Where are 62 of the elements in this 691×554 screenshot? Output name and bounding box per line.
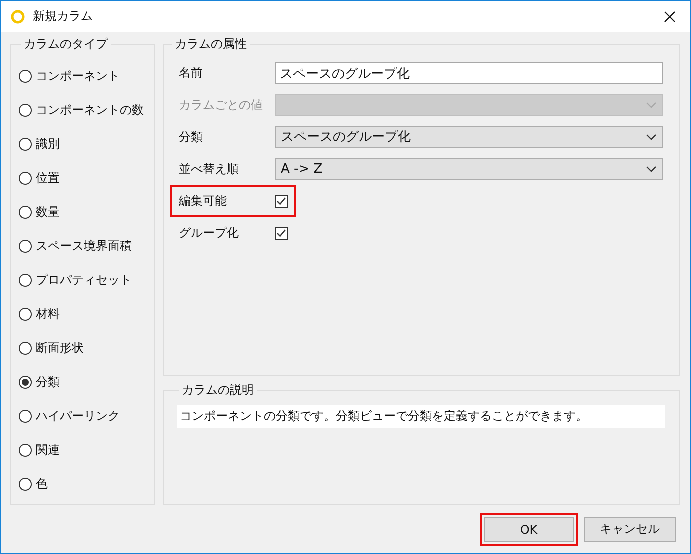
radio-option[interactable]: 分類: [19, 365, 154, 399]
radio-label: コンポーネントの数: [36, 102, 144, 118]
checkbox[interactable]: [275, 226, 288, 240]
radio-option[interactable]: 断面形状: [19, 331, 154, 365]
radio-button[interactable]: [19, 376, 32, 388]
radio-option[interactable]: プロパティセット: [19, 263, 154, 297]
radio-button[interactable]: [19, 274, 32, 286]
radio-button[interactable]: [19, 138, 32, 150]
checkbox[interactable]: [275, 194, 288, 208]
radio-option[interactable]: 材料: [19, 297, 154, 331]
chevron-down-icon: [646, 166, 657, 172]
chevron-down-icon: [646, 134, 657, 140]
name-field[interactable]: スペースのグループ化: [275, 62, 663, 84]
chevron-down-icon: [646, 102, 657, 108]
field-label: 名前: [179, 64, 204, 82]
field-label: グループ化: [179, 224, 240, 242]
field-label: 編集可能: [179, 192, 228, 210]
radio-button[interactable]: [19, 240, 32, 252]
radio-label: ハイパーリンク: [36, 408, 120, 424]
radio-label: 識別: [36, 136, 60, 152]
dropdown[interactable]: スペースのグループ化: [275, 126, 663, 148]
radio-label: 数量: [36, 204, 60, 220]
close-icon[interactable]: [664, 10, 676, 22]
radio-label: コンポーネント: [36, 68, 120, 84]
radio-option[interactable]: ハイパーリンク: [19, 399, 154, 433]
radio-label: 関連: [36, 442, 60, 458]
radio-option[interactable]: スペース境界面積: [19, 229, 154, 263]
radio-label: プロパティセット: [36, 272, 132, 288]
radio-button[interactable]: [19, 70, 32, 82]
radio-label: スペース境界面積: [36, 238, 132, 254]
ring-icon: [11, 10, 25, 24]
radio-option[interactable]: コンポーネント: [19, 59, 154, 93]
radio-option[interactable]: コンポーネントの数: [19, 93, 154, 127]
radio-label: 位置: [36, 170, 60, 186]
dialog-button[interactable]: キャンセル: [584, 517, 676, 542]
radio-button[interactable]: [19, 206, 32, 218]
group-title: カラムの説明: [181, 382, 255, 399]
radio-button[interactable]: [19, 104, 32, 116]
radio-label: 材料: [36, 306, 60, 322]
field-label: 並べ替え順: [179, 160, 240, 178]
radio-label: 断面形状: [36, 340, 84, 356]
radio-option[interactable]: 関連: [19, 433, 154, 467]
window-title: 新規カラム: [33, 8, 93, 25]
radio-button[interactable]: [19, 308, 32, 320]
group-title: カラムのタイプ: [23, 36, 110, 53]
radio-button[interactable]: [19, 342, 32, 354]
radio-option[interactable]: 識別: [19, 127, 154, 161]
radio-button[interactable]: [19, 444, 32, 456]
group-title: カラムの属性: [174, 36, 248, 53]
radio-button[interactable]: [19, 410, 32, 422]
field-label: カラムごとの値: [179, 96, 264, 114]
radio-option[interactable]: 数量: [19, 195, 154, 229]
field-label: 分類: [179, 128, 204, 146]
description-text: コンポーネントの分類です。分類ビューで分類を定義することができます。: [177, 405, 665, 428]
radio-option[interactable]: 色: [19, 467, 154, 501]
dialog-button[interactable]: OK: [484, 517, 574, 542]
dropdown[interactable]: A -> Z: [275, 158, 663, 180]
radio-label: 分類: [36, 374, 60, 390]
radio-button[interactable]: [19, 172, 32, 184]
radio-option[interactable]: 位置: [19, 161, 154, 195]
radio-label: 色: [36, 476, 48, 492]
radio-button[interactable]: [19, 478, 32, 490]
